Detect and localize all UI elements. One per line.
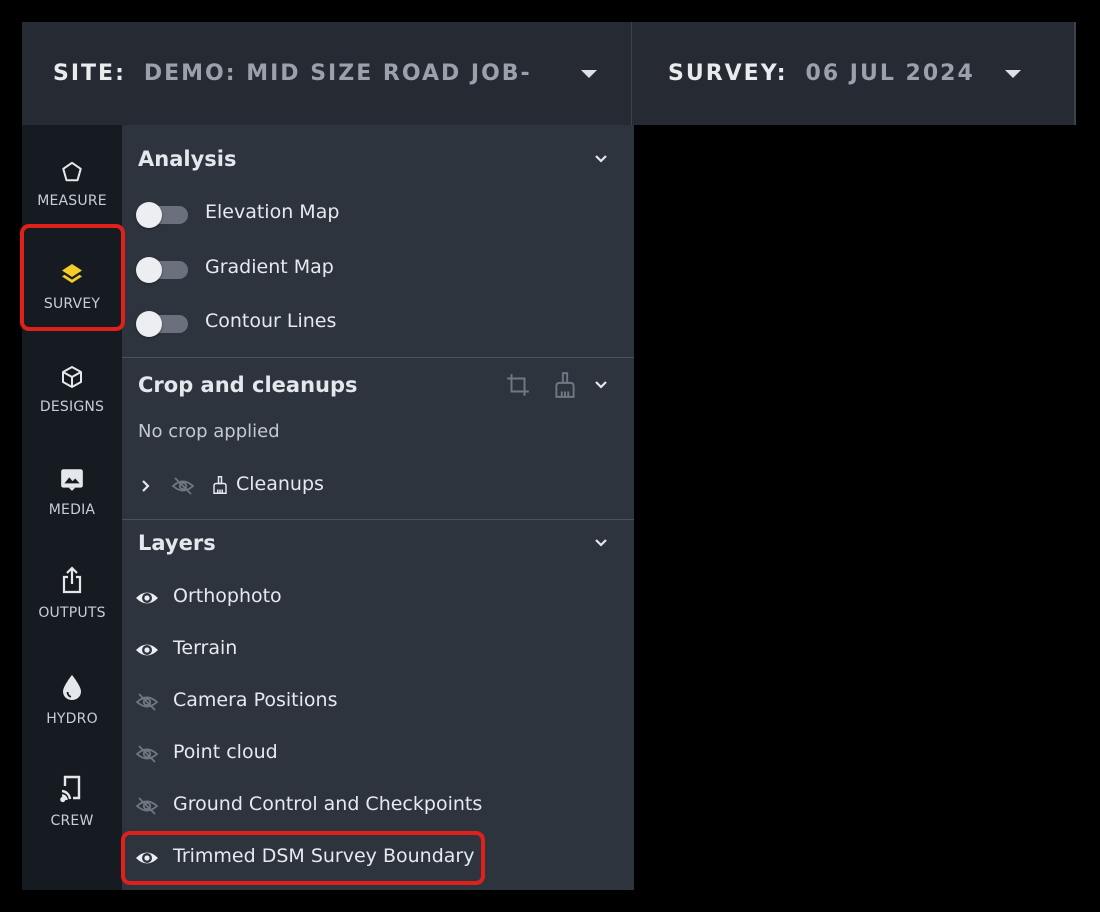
site-label: SITE: (53, 61, 126, 86)
divider (122, 519, 634, 520)
layer-row-point-cloud[interactable]: Point cloud (122, 739, 634, 769)
highlight-survey-nav (20, 224, 125, 331)
divider (122, 357, 634, 358)
toggle-label: Elevation Map (205, 201, 340, 223)
layer-row-camera-positions[interactable]: Camera Positions (122, 687, 634, 717)
crop-header[interactable]: Crop and cleanups (122, 370, 634, 400)
survey-panel: Analysis Elevation Map Gradient Map Cont… (122, 125, 634, 890)
chevron-down-icon[interactable] (594, 538, 608, 548)
survey-label: SURVEY: (668, 61, 788, 86)
broom-icon[interactable] (552, 371, 578, 403)
toggle-label: Gradient Map (205, 256, 334, 278)
cube-icon (60, 349, 84, 389)
eye-icon[interactable] (134, 638, 160, 662)
top-bar: SITE: DEMO: MID SIZE ROAD JOB- SURVEY: 0… (22, 22, 1076, 125)
chevron-down-icon[interactable] (594, 380, 608, 390)
image-icon (58, 452, 86, 492)
site-value[interactable]: DEMO: MID SIZE ROAD JOB- (144, 61, 532, 86)
nav-designs[interactable]: DESIGNS (22, 349, 122, 439)
layers-header[interactable]: Layers (122, 529, 634, 557)
broom-icon (213, 476, 227, 494)
cleanups-label: Cleanups (236, 473, 324, 495)
survey-value[interactable]: 06 JUL 2024 (806, 61, 975, 86)
layers-title: Layers (138, 531, 216, 555)
water-drop-icon (60, 661, 84, 701)
layer-name: Orthophoto (173, 585, 282, 607)
layer-row-terrain[interactable]: Terrain (122, 635, 634, 665)
nav-outputs[interactable]: OUTPUTS (22, 555, 122, 645)
crop-status: No crop applied (138, 421, 280, 442)
eye-off-icon[interactable] (134, 742, 160, 766)
survey-selector[interactable]: SURVEY: 06 JUL 2024 (632, 22, 1076, 125)
layer-name: Terrain (173, 637, 238, 659)
cast-icon (59, 763, 85, 803)
nav-measure-label: MEASURE (37, 193, 107, 209)
layer-row-ground-control[interactable]: Ground Control and Checkpoints (122, 791, 634, 821)
chevron-right-icon[interactable] (141, 479, 151, 493)
toggle-label: Contour Lines (205, 310, 337, 332)
analysis-title: Analysis (138, 147, 237, 171)
eye-off-icon[interactable] (134, 690, 160, 714)
nav-outputs-label: OUTPUTS (38, 605, 106, 621)
crop-icon[interactable] (505, 372, 531, 402)
crop-title: Crop and cleanups (138, 373, 358, 397)
toggle-switch[interactable] (136, 202, 188, 228)
highlight-trimmed-dsm-layer (121, 831, 485, 885)
nav-designs-label: DESIGNS (39, 399, 105, 415)
site-selector[interactable]: SITE: DEMO: MID SIZE ROAD JOB- (22, 22, 632, 125)
share-icon (60, 555, 84, 595)
eye-icon[interactable] (134, 586, 160, 610)
layer-name: Camera Positions (173, 689, 338, 711)
nav-media[interactable]: MEDIA (22, 452, 122, 542)
nav-hydro-label: HYDRO (46, 711, 98, 727)
survey-dropdown-caret-icon[interactable] (1004, 69, 1021, 78)
pentagon-icon (61, 143, 83, 183)
chevron-down-icon[interactable] (594, 154, 608, 164)
nav-hydro[interactable]: HYDRO (22, 661, 122, 751)
nav-media-label: MEDIA (48, 502, 96, 518)
layer-name: Ground Control and Checkpoints (173, 793, 483, 815)
eye-off-icon[interactable] (170, 474, 196, 498)
site-dropdown-caret-icon[interactable] (581, 70, 597, 78)
toggle-switch[interactable] (136, 257, 188, 283)
eye-off-icon[interactable] (134, 794, 160, 818)
nav-crew-label: CREW (50, 813, 94, 829)
nav-crew[interactable]: CREW (22, 763, 122, 853)
layer-name: Point cloud (173, 741, 278, 763)
nav-measure[interactable]: MEASURE (22, 143, 122, 233)
cleanups-row[interactable]: Cleanups (122, 470, 634, 500)
toggle-switch[interactable] (136, 311, 188, 337)
layer-row-orthophoto[interactable]: Orthophoto (122, 583, 634, 613)
analysis-header[interactable]: Analysis (122, 145, 634, 173)
